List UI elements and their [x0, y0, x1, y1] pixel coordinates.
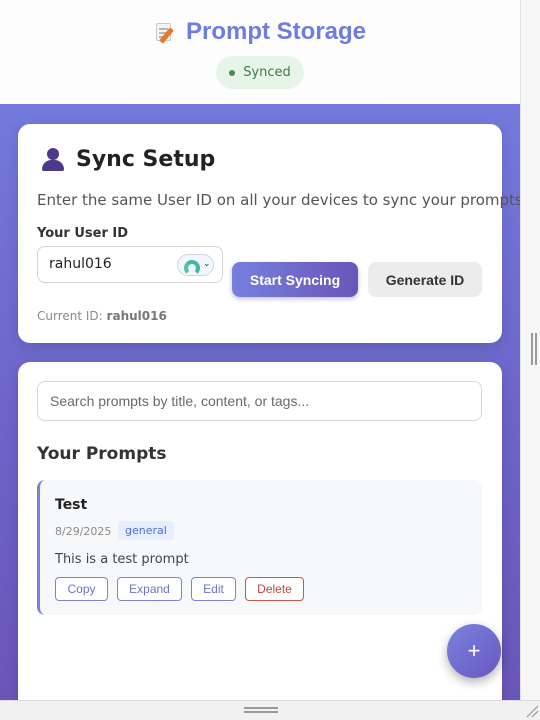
status-dot-icon: [229, 69, 236, 76]
password-manager-icon[interactable]: ⌄: [177, 254, 214, 276]
prompts-card: Your Prompts Test 8/29/2025 general This…: [18, 362, 502, 700]
corner-resize-grip-icon[interactable]: [525, 704, 539, 718]
side-panel-edge: [520, 0, 540, 700]
user-id-label: Your User ID: [37, 226, 129, 241]
add-prompt-button[interactable]: +: [447, 624, 501, 678]
app-title: Prompt Storage: [0, 18, 520, 46]
prompt-date: 8/29/2025: [55, 525, 112, 538]
sync-setup-title: Sync Setup: [76, 146, 216, 172]
bottom-resize-handle[interactable]: [244, 707, 278, 713]
expand-button[interactable]: Expand: [117, 577, 182, 601]
search-input[interactable]: [37, 381, 482, 421]
user-id-value[interactable]: rahul016: [49, 256, 112, 272]
prompt-item: Test 8/29/2025 general This is a test pr…: [37, 480, 482, 615]
sync-status-badge: Synced: [216, 56, 304, 89]
side-resize-handle[interactable]: [531, 333, 537, 365]
current-id-text: Current ID: rahul016: [37, 309, 167, 323]
edit-button[interactable]: Edit: [191, 577, 236, 601]
prompt-tag[interactable]: general: [118, 521, 174, 540]
user-silhouette-icon: [40, 146, 66, 172]
copy-button[interactable]: Copy: [55, 577, 108, 601]
current-id-value: rahul016: [106, 309, 167, 323]
sync-setup-card: Sync Setup Enter the same User ID on all…: [18, 124, 520, 343]
app-title-text: Prompt Storage: [185, 18, 367, 45]
memo-pencil-icon: [154, 21, 176, 44]
current-id-label: Current ID:: [37, 309, 103, 323]
start-syncing-button[interactable]: Start Syncing: [232, 262, 358, 297]
prompt-content: This is a test prompt: [55, 552, 189, 567]
prompt-title: Test: [55, 497, 88, 513]
generate-id-button[interactable]: Generate ID: [368, 262, 482, 297]
your-prompts-heading: Your Prompts: [37, 444, 167, 464]
user-id-input[interactable]: rahul016 ⌄: [37, 246, 223, 283]
sync-description: Enter the same User ID on all your devic…: [37, 191, 520, 209]
delete-button[interactable]: Delete: [245, 577, 304, 601]
sync-status-text: Synced: [243, 65, 291, 80]
sync-setup-heading: Sync Setup: [40, 146, 215, 172]
app-header: Prompt Storage Synced: [0, 0, 520, 104]
chevron-down-icon: ⌄: [203, 259, 211, 269]
main-area: Sync Setup Enter the same User ID on all…: [0, 104, 520, 700]
